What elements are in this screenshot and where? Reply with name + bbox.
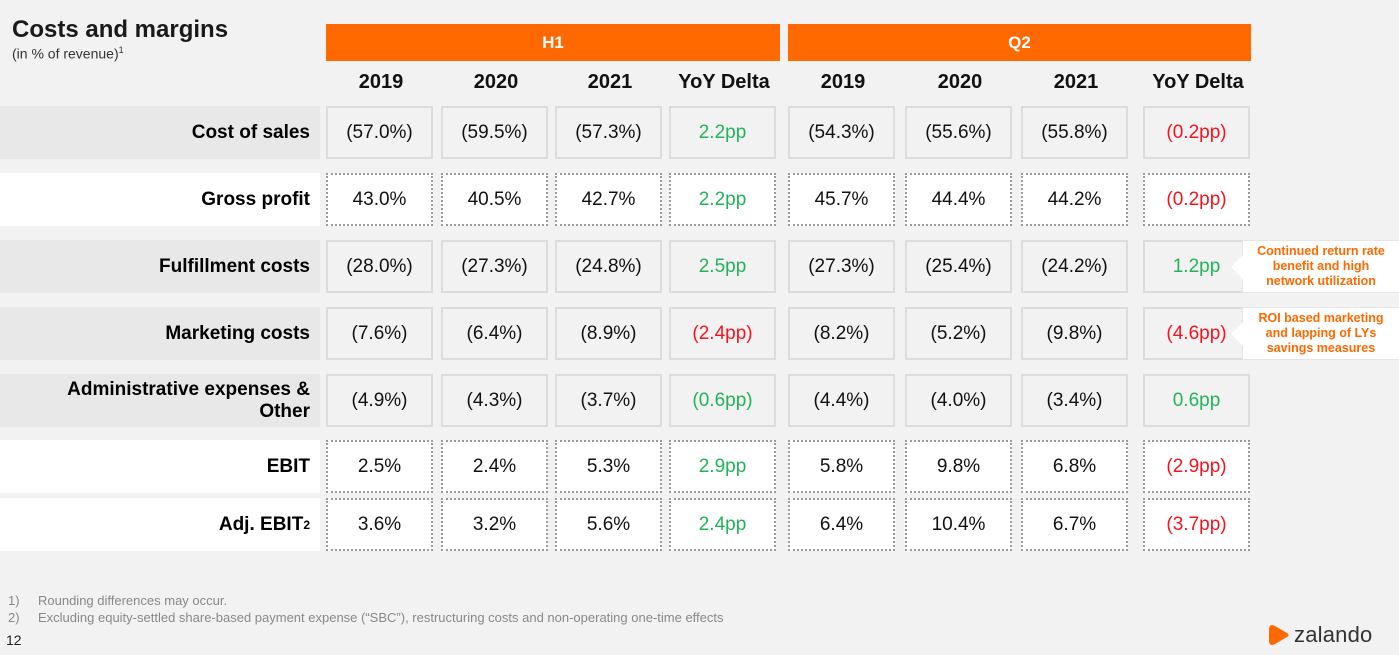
group-header-q2: Q2 — [788, 24, 1251, 61]
table-cell: (4.3%) — [441, 374, 548, 427]
column-header: 2021 — [1053, 70, 1099, 93]
column-header: 2020 — [473, 70, 519, 93]
yoy-delta-cell: (2.9pp) — [1143, 440, 1250, 493]
table-cell: (4.4%) — [788, 374, 895, 427]
table-cell: (8.9%) — [555, 307, 662, 360]
footnote-number: 1) — [8, 593, 20, 608]
row-label: Cost of sales — [0, 106, 320, 159]
footnote-1: 1) Rounding differences may occur. — [8, 592, 724, 609]
table-cell: (3.4%) — [1021, 374, 1128, 427]
table-cell: 44.4% — [905, 173, 1012, 226]
row-label-text: Marketing costs — [165, 322, 310, 344]
yoy-delta-cell: (3.7pp) — [1143, 498, 1250, 551]
table-cell: 43.0% — [326, 173, 433, 226]
page-title: Costs and margins — [12, 16, 229, 43]
footnotes: 1) Rounding differences may occur. 2) Excl… — [8, 592, 724, 626]
column-header: 2019 — [820, 70, 866, 93]
footnote-number: 2) — [8, 610, 20, 625]
table-cell: 10.4% — [905, 498, 1012, 551]
yoy-delta-cell: (0.6pp) — [669, 374, 776, 427]
subtitle-text: (in % of revenue) — [12, 45, 119, 62]
footnote-text: Excluding equity-settled share-based pay… — [38, 610, 724, 625]
table-cell: 3.2% — [441, 498, 548, 551]
zalando-play-icon — [1269, 625, 1289, 645]
footnote-text: Rounding differences may occur. — [38, 593, 228, 608]
table-cell: 9.8% — [905, 440, 1012, 493]
callout-text: ROI based marketing and lapping of LYs s… — [1258, 311, 1384, 355]
table-cell: (9.8%) — [1021, 307, 1128, 360]
table-cell: 5.3% — [555, 440, 662, 493]
table-cell: 3.6% — [326, 498, 433, 551]
table-cell: (55.6%) — [905, 106, 1012, 159]
table-cell: 44.2% — [1021, 173, 1128, 226]
table-cell: (27.3%) — [441, 240, 548, 293]
yoy-delta-cell: 2.2pp — [669, 173, 776, 226]
table-cell: (57.3%) — [555, 106, 662, 159]
table-cell: 5.8% — [788, 440, 895, 493]
table-cell: 6.4% — [788, 498, 895, 551]
table-cell: (55.8%) — [1021, 106, 1128, 159]
table-cell: (6.4%) — [441, 307, 548, 360]
row-label: Fulfillment costs — [0, 240, 320, 293]
column-header: 2021 — [587, 70, 633, 93]
table-cell: 6.8% — [1021, 440, 1128, 493]
table-cell: 40.5% — [441, 173, 548, 226]
table-cell: (4.9%) — [326, 374, 433, 427]
zalando-wordmark: zalando — [1294, 622, 1373, 647]
page-subtitle: (in % of revenue)1 — [12, 45, 124, 62]
table-cell: (25.4%) — [905, 240, 1012, 293]
yoy-delta-cell: (0.2pp) — [1143, 173, 1250, 226]
subtitle-footnote-marker: 1 — [118, 45, 124, 55]
yoy-delta-cell: (2.4pp) — [669, 307, 776, 360]
table-cell: (5.2%) — [905, 307, 1012, 360]
row-label-text: EBIT — [266, 455, 310, 477]
column-header: 2020 — [937, 70, 983, 93]
row-label: Gross profit — [0, 173, 320, 226]
page-number: 12 — [6, 632, 22, 648]
table-cell: 2.5% — [326, 440, 433, 493]
table-cell: (27.3%) — [788, 240, 895, 293]
row-footnote-marker: 2 — [303, 517, 310, 532]
row-label: Marketing costs — [0, 307, 320, 360]
table-cell: (24.8%) — [555, 240, 662, 293]
table-cell: (8.2%) — [788, 307, 895, 360]
column-header: 2019 — [358, 70, 404, 93]
row-label-text: Administrative expenses & Other — [67, 378, 310, 422]
column-header: YoY Delta — [1152, 70, 1244, 93]
table-cell: 2.4% — [441, 440, 548, 493]
callout-annotation: Continued return rate benefit and high n… — [1231, 240, 1399, 293]
table-cell: (57.0%) — [326, 106, 433, 159]
table-cell: 42.7% — [555, 173, 662, 226]
row-label-text: Gross profit — [201, 188, 310, 210]
table-cell: (54.3%) — [788, 106, 895, 159]
callout-annotation: ROI based marketing and lapping of LYs s… — [1231, 307, 1399, 360]
yoy-delta-cell: 2.5pp — [669, 240, 776, 293]
row-label-text: Fulfillment costs — [159, 255, 310, 277]
row-label: Adj. EBIT 2 — [0, 498, 320, 551]
row-label: EBIT — [0, 440, 320, 493]
table-cell: 6.7% — [1021, 498, 1128, 551]
row-label-text: Adj. EBIT — [218, 513, 304, 535]
yoy-delta-cell: 2.2pp — [669, 106, 776, 159]
yoy-delta-cell: 2.4pp — [669, 498, 776, 551]
column-header: YoY Delta — [678, 70, 770, 93]
table-cell: 5.6% — [555, 498, 662, 551]
table-cell: 45.7% — [788, 173, 895, 226]
callout-text: Continued return rate benefit and high n… — [1257, 244, 1385, 288]
zalando-logo: zalando — [1268, 622, 1372, 648]
yoy-delta-cell: (0.2pp) — [1143, 106, 1250, 159]
yoy-delta-cell: 0.6pp — [1143, 374, 1250, 427]
row-label-text: Cost of sales — [191, 121, 310, 143]
footnote-2: 2) Excluding equity-settled share-based p… — [8, 609, 724, 626]
table-cell: (24.2%) — [1021, 240, 1128, 293]
table-cell: (28.0%) — [326, 240, 433, 293]
table-cell: (3.7%) — [555, 374, 662, 427]
table-cell: (59.5%) — [441, 106, 548, 159]
row-label: Administrative expenses & Other — [0, 374, 320, 427]
group-header-h1: H1 — [326, 24, 780, 61]
table-cell: (4.0%) — [905, 374, 1012, 427]
yoy-delta-cell: 2.9pp — [669, 440, 776, 493]
table-cell: (7.6%) — [326, 307, 433, 360]
